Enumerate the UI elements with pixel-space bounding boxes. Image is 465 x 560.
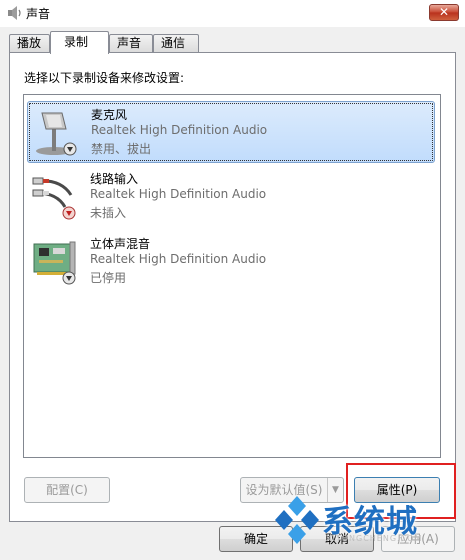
device-list[interactable]: 麦克风 Realtek High Definition Audio 禁用、拔出 … [23, 94, 441, 458]
device-name: 线路输入 [90, 172, 139, 186]
device-status: 已停用 [90, 271, 127, 285]
device-status: 禁用、拔出 [91, 142, 152, 156]
line-in-cable-icon [32, 177, 76, 220]
microphone-icon [36, 112, 77, 156]
configure-button[interactable]: 配置(C) [24, 477, 110, 503]
tab-sounds[interactable]: 声音 [109, 34, 153, 52]
close-icon: ✕ [438, 5, 450, 19]
watermark: 系统城 XITONGCHENG.COM [272, 492, 462, 558]
sound-dialog: 声音 ✕ 播放 录制 声音 通信 选择以下录制设备来修改设置: 麦克风 Real… [0, 0, 465, 560]
device-item-stereo-mix[interactable]: 立体声混音 Realtek High Definition Audio 已停用 [27, 231, 435, 293]
watermark-logo-icon [275, 496, 319, 544]
instruction-text: 选择以下录制设备来修改设置: [24, 71, 185, 85]
watermark-subtext: XITONGCHENG.COM [326, 534, 423, 543]
device-driver: Realtek High Definition Audio [91, 123, 268, 137]
device-status: 未插入 [90, 206, 127, 220]
device-driver: Realtek High Definition Audio [90, 252, 267, 266]
speaker-icon [8, 6, 21, 20]
tab-strip: 播放 录制 声音 通信 [9, 31, 465, 54]
close-button[interactable]: ✕ [429, 4, 459, 21]
recording-panel: 选择以下录制设备来修改设置: 麦克风 Realtek High Definiti… [9, 52, 456, 522]
sound-card-icon [33, 241, 76, 285]
tab-communications[interactable]: 通信 [153, 34, 199, 52]
device-item-line-in[interactable]: 线路输入 Realtek High Definition Audio 未插入 [27, 166, 435, 228]
device-name: 麦克风 [91, 108, 128, 122]
tab-recording[interactable]: 录制 [50, 31, 109, 54]
tab-playback[interactable]: 播放 [9, 34, 50, 52]
device-name: 立体声混音 [90, 237, 151, 251]
title-bar: 声音 ✕ [0, 0, 465, 27]
window-title: 声音 [26, 7, 51, 21]
device-item-microphone[interactable]: 麦克风 Realtek High Definition Audio 禁用、拔出 [27, 101, 435, 163]
device-driver: Realtek High Definition Audio [90, 187, 267, 201]
